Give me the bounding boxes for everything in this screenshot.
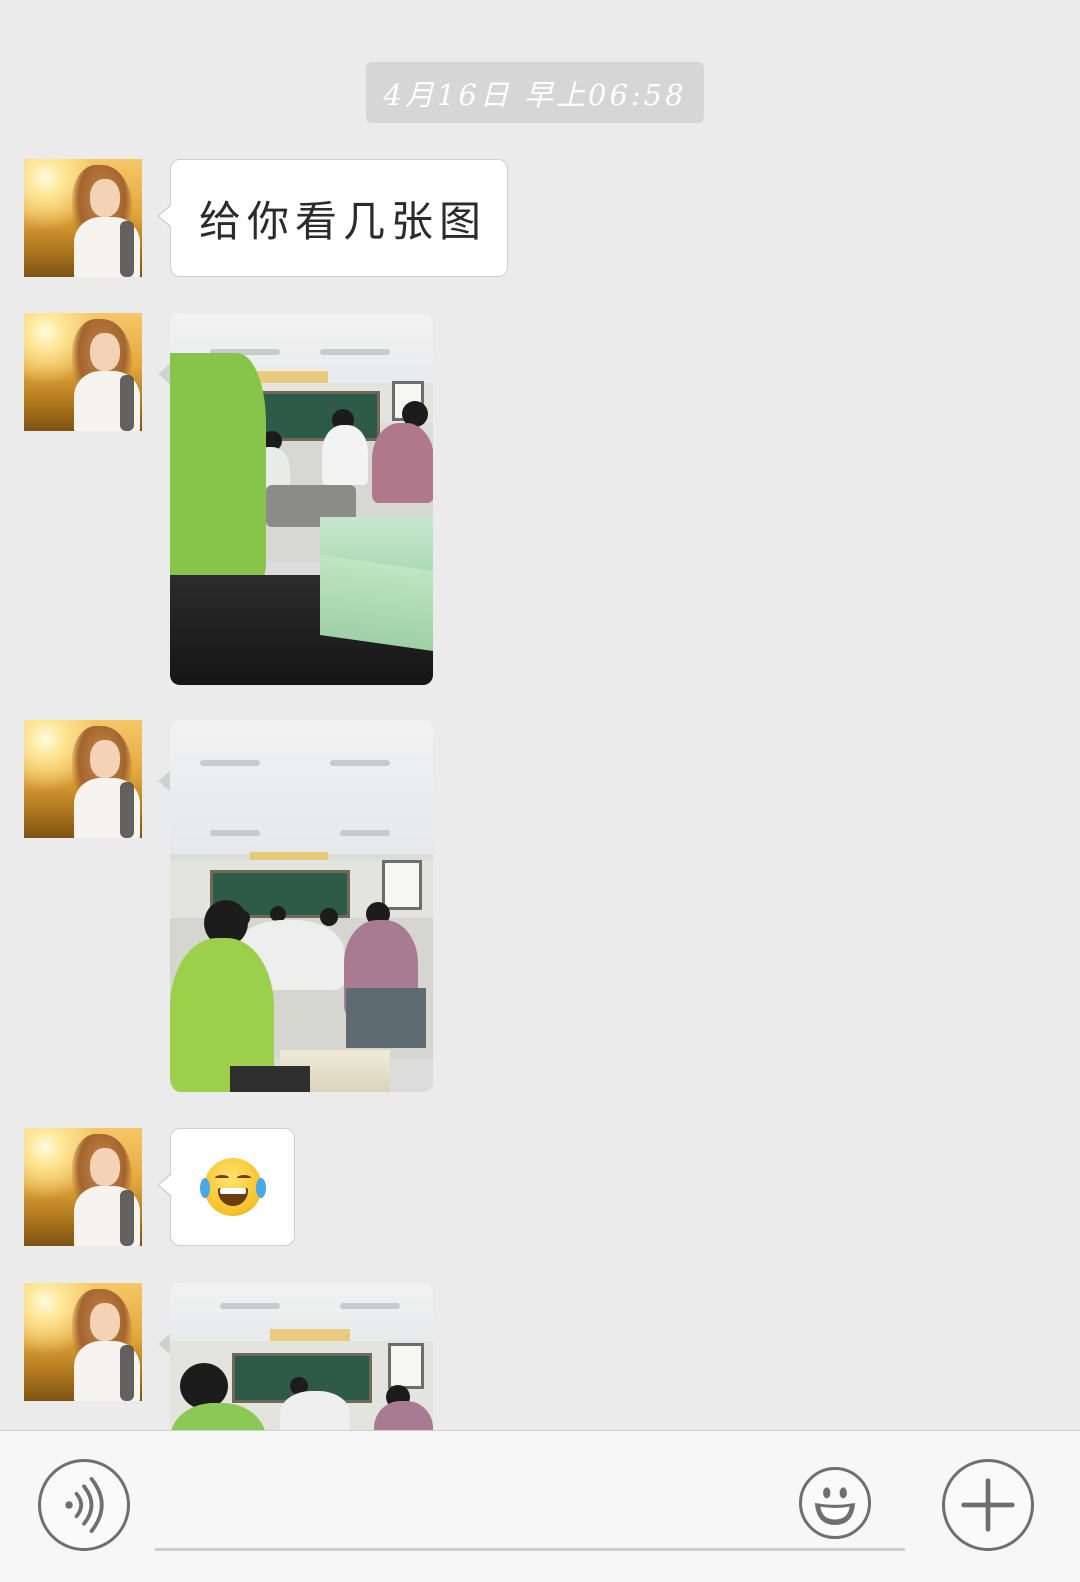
more-actions-button[interactable] xyxy=(942,1459,1034,1551)
contact-avatar[interactable] xyxy=(24,313,142,431)
tears-of-joy-emoji-icon xyxy=(199,1158,266,1216)
emoji-panel-icon xyxy=(814,1487,856,1525)
plus-icon xyxy=(961,1478,1015,1532)
voice-input-button[interactable] xyxy=(38,1459,130,1551)
image-message[interactable] xyxy=(170,1283,433,1430)
emoji-message-bubble[interactable] xyxy=(157,1128,295,1246)
image-message[interactable] xyxy=(170,313,433,685)
message-input-bar xyxy=(0,1430,1080,1582)
contact-avatar[interactable] xyxy=(24,159,142,277)
contact-avatar[interactable] xyxy=(24,1128,142,1246)
emoji-panel-button[interactable] xyxy=(799,1467,871,1539)
contact-avatar[interactable] xyxy=(24,720,142,838)
voice-input-icon xyxy=(65,1476,104,1534)
message-timestamp: 4月16日 早上06:58 xyxy=(366,62,704,123)
chat-message-list[interactable]: 4月16日 早上06:58 给你看几张图 xyxy=(0,0,1080,1430)
image-message[interactable] xyxy=(170,720,433,1092)
message-text-input[interactable] xyxy=(155,1471,905,1551)
text-message-bubble[interactable]: 给你看几张图 xyxy=(157,159,508,277)
contact-avatar[interactable] xyxy=(24,1283,142,1401)
